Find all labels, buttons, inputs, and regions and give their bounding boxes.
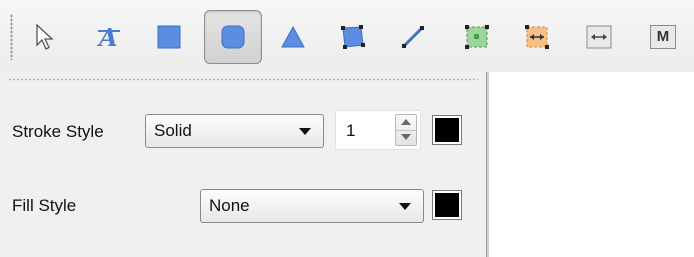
rounded-square-icon [221, 25, 245, 49]
fill-style-value: None [209, 196, 250, 215]
m-letter-icon: M [650, 25, 676, 49]
m-tool-button[interactable]: M [634, 10, 692, 64]
stroke-style-value: Solid [154, 121, 192, 140]
arrow-pointer-icon [36, 23, 54, 50]
polygon-tool-button[interactable] [324, 10, 382, 64]
drawing-canvas[interactable] [489, 72, 694, 257]
stroke-color-swatch[interactable] [432, 115, 462, 145]
spin-up-icon[interactable] [396, 115, 416, 131]
panel-splitter-handle[interactable] [8, 78, 478, 81]
text-tool-button[interactable]: A [80, 10, 138, 64]
square-icon [157, 25, 181, 49]
fill-style-dropdown[interactable]: None [200, 189, 424, 223]
rounded-rectangle-tool-button[interactable] [204, 10, 262, 64]
stroke-width-value: 1 [346, 121, 356, 140]
select-points-tool-button[interactable] [448, 10, 506, 64]
arrow-width-tool-button[interactable] [570, 10, 628, 64]
svg-text:A: A [97, 23, 118, 51]
stroke-style-dropdown[interactable]: Solid [145, 114, 324, 148]
triangle-icon [281, 25, 305, 48]
properties-panel: Stroke Style Solid 1 Fill Style None [0, 72, 486, 257]
rectangle-tool-button[interactable] [140, 10, 198, 64]
toolbar-grip[interactable] [10, 14, 13, 60]
line-tool-button[interactable] [384, 10, 442, 64]
spin-down-icon[interactable] [396, 130, 416, 145]
stroke-color-fill [435, 118, 459, 142]
fill-color-fill [435, 193, 459, 217]
polygon-points-icon [341, 25, 365, 49]
chevron-down-icon [299, 128, 311, 135]
dashed-select-icon [465, 25, 489, 49]
double-arrow-icon [586, 25, 612, 49]
chevron-down-icon [399, 203, 411, 210]
stroke-style-label: Stroke Style [12, 122, 104, 141]
stroke-width-spinbox[interactable]: 1 [335, 110, 421, 150]
connector-icon [525, 25, 549, 49]
fill-style-label: Fill Style [12, 196, 77, 215]
connector-tool-button[interactable] [508, 10, 566, 64]
spin-buttons [395, 114, 417, 146]
text-a-icon: A [97, 23, 120, 51]
fill-color-swatch[interactable] [432, 190, 462, 220]
toolbar: A M [0, 0, 694, 73]
pointer-tool-button[interactable] [16, 10, 74, 64]
triangle-tool-button[interactable] [264, 10, 322, 64]
line-icon [402, 26, 424, 48]
